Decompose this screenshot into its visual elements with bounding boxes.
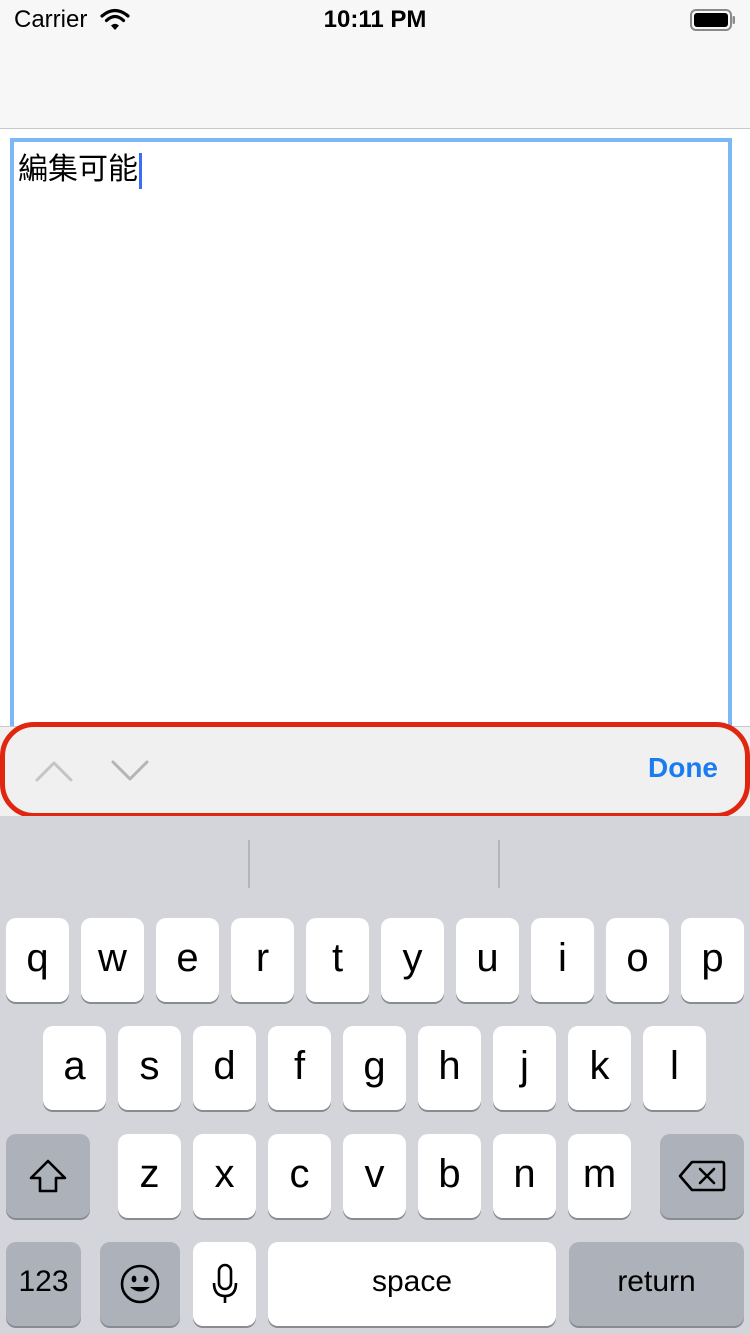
dictation-key[interactable] — [193, 1242, 256, 1326]
clock: 10:11 PM — [323, 6, 427, 33]
shift-icon — [29, 1159, 67, 1193]
key-q[interactable]: q — [6, 918, 69, 1002]
key-r[interactable]: r — [231, 918, 294, 1002]
key-j[interactable]: j — [493, 1026, 556, 1110]
key-a[interactable]: a — [43, 1026, 106, 1110]
key-u[interactable]: u — [456, 918, 519, 1002]
key-m[interactable]: m — [568, 1134, 631, 1218]
return-key[interactable]: return — [569, 1242, 744, 1326]
chevron-down-icon[interactable] — [110, 756, 150, 784]
delete-icon — [678, 1160, 726, 1192]
keyboard: q w e r t y u i o p a s d f g h j k l z … — [0, 816, 750, 1334]
microphone-icon — [212, 1263, 237, 1303]
emoji-key[interactable] — [100, 1242, 180, 1326]
key-d[interactable]: d — [193, 1026, 256, 1110]
key-c[interactable]: c — [268, 1134, 331, 1218]
key-f[interactable]: f — [268, 1026, 331, 1110]
key-e[interactable]: e — [156, 918, 219, 1002]
chevron-up-icon[interactable] — [34, 756, 74, 784]
key-x[interactable]: x — [193, 1134, 256, 1218]
key-w[interactable]: w — [81, 918, 144, 1002]
text-cursor — [139, 152, 142, 189]
text-view-content: 編集可能 — [18, 150, 142, 190]
key-i[interactable]: i — [531, 918, 594, 1002]
key-z[interactable]: z — [118, 1134, 181, 1218]
key-b[interactable]: b — [418, 1134, 481, 1218]
key-l[interactable]: l — [643, 1026, 706, 1110]
navigation-bar — [0, 40, 750, 129]
done-button[interactable]: Done — [648, 752, 718, 784]
battery-icon — [690, 9, 735, 31]
key-k[interactable]: k — [568, 1026, 631, 1110]
emoji-icon — [120, 1264, 160, 1304]
suggestion-divider — [248, 840, 250, 888]
shift-key[interactable] — [6, 1134, 90, 1218]
key-t[interactable]: t — [306, 918, 369, 1002]
suggestion-bar — [0, 816, 750, 902]
space-key[interactable]: space — [268, 1242, 556, 1326]
key-p[interactable]: p — [681, 918, 744, 1002]
key-h[interactable]: h — [418, 1026, 481, 1110]
key-s[interactable]: s — [118, 1026, 181, 1110]
key-y[interactable]: y — [381, 918, 444, 1002]
key-v[interactable]: v — [343, 1134, 406, 1218]
text-view[interactable]: 編集可能 — [10, 138, 732, 728]
key-g[interactable]: g — [343, 1026, 406, 1110]
suggestion-divider — [498, 840, 500, 888]
delete-key[interactable] — [660, 1134, 744, 1218]
numbers-key[interactable]: 123 — [6, 1242, 81, 1326]
status-bar: Carrier 10:11 PM — [0, 0, 750, 40]
key-o[interactable]: o — [606, 918, 669, 1002]
key-n[interactable]: n — [493, 1134, 556, 1218]
